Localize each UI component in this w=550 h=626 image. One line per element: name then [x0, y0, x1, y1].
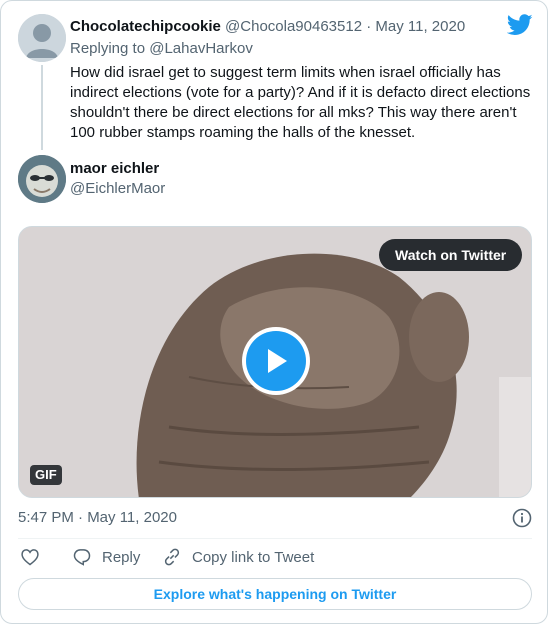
play-icon — [268, 349, 287, 373]
divider — [18, 538, 532, 539]
explore-twitter-button[interactable]: Explore what's happening on Twitter — [18, 578, 532, 610]
copy-link-label: Copy link to Tweet — [192, 548, 315, 566]
thread-connector-line — [41, 65, 43, 150]
replying-to-line: Replying to @LahavHarkov — [70, 39, 253, 59]
reply-author-avatar[interactable] — [18, 14, 66, 62]
copy-link-button[interactable]: Copy link to Tweet — [162, 547, 314, 567]
replying-to-handle-link[interactable]: @LahavHarkov — [149, 40, 253, 57]
watch-on-twitter-button[interactable]: Watch on Twitter — [379, 239, 523, 271]
reply-date[interactable]: May 11, 2020 — [375, 18, 465, 35]
main-author-handle[interactable]: @EichlerMaor — [70, 179, 165, 199]
tweet-embed-card: Chocolatechipcookie @Chocola90463512 · M… — [0, 0, 548, 624]
play-button[interactable] — [242, 327, 310, 395]
reply-button[interactable]: Reply — [72, 547, 140, 567]
twitter-bird-icon[interactable] — [506, 14, 535, 38]
reply-author-name[interactable]: Chocolatechipcookie — [70, 18, 221, 35]
main-author-avatar[interactable] — [18, 155, 66, 203]
reply-bubble-icon — [73, 549, 91, 566]
gif-badge: GIF — [30, 465, 62, 485]
info-icon[interactable] — [511, 507, 533, 529]
link-icon — [164, 548, 180, 566]
reply-header: Chocolatechipcookie @Chocola90463512 · M… — [70, 17, 465, 37]
replying-prefix: Replying to — [70, 40, 146, 57]
separator-dot: · — [366, 18, 372, 35]
reply-label: Reply — [102, 548, 141, 566]
like-button[interactable] — [20, 547, 40, 567]
reply-tweet-text: How did israel get to suggest term limit… — [70, 64, 531, 141]
tweet-timestamp[interactable]: 5:47 PM · May 11, 2020 — [18, 508, 177, 528]
main-author-name[interactable]: maor eichler — [70, 159, 159, 179]
reply-author-handle[interactable]: @Chocola90463512 — [225, 18, 362, 35]
heart-icon — [21, 549, 39, 566]
play-button-fill — [246, 331, 306, 391]
